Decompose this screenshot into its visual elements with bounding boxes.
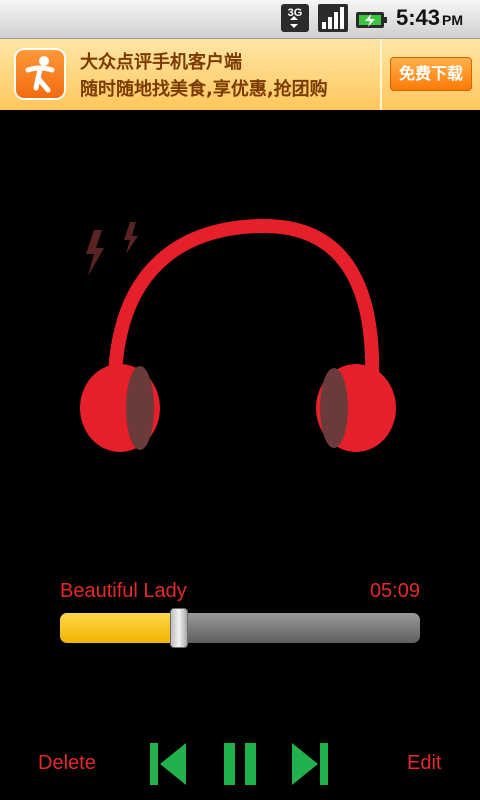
skip-next-icon[interactable] [290,740,330,788]
signal-strength-icon [318,4,348,32]
dianping-logo-icon [14,48,66,100]
song-duration: 05:09 [369,580,420,602]
ad-banner[interactable]: 大众点评手机客户端 随时随地找美食,享优惠,抢团购 免费下载 [0,39,480,110]
free-download-button[interactable]: 免费下载 [390,57,472,91]
seek-bar-fill [60,613,179,643]
seek-bar-thumb[interactable] [169,608,188,648]
ad-title: 大众点评手机客户端 [80,52,242,73]
clock-time: 5:43 [396,5,441,30]
clock-ampm: PM [442,12,464,28]
edit-button[interactable]: Edit [407,752,441,775]
headphones-icon [80,218,396,452]
status-bar: 3G 5:43 PM [0,0,480,39]
seek-bar[interactable] [60,613,420,643]
ad-divider [380,39,382,110]
network-3g-icon: 3G [281,4,309,32]
skip-previous-icon[interactable] [148,740,188,788]
clock: 5:43 PM [396,5,463,31]
pause-icon[interactable] [220,740,260,788]
delete-button[interactable]: Delete [38,752,96,775]
ad-subtitle: 随时随地找美食,享优惠,抢团购 [80,79,328,100]
song-title: Beautiful Lady [60,580,187,602]
battery-charging-icon [356,12,387,28]
